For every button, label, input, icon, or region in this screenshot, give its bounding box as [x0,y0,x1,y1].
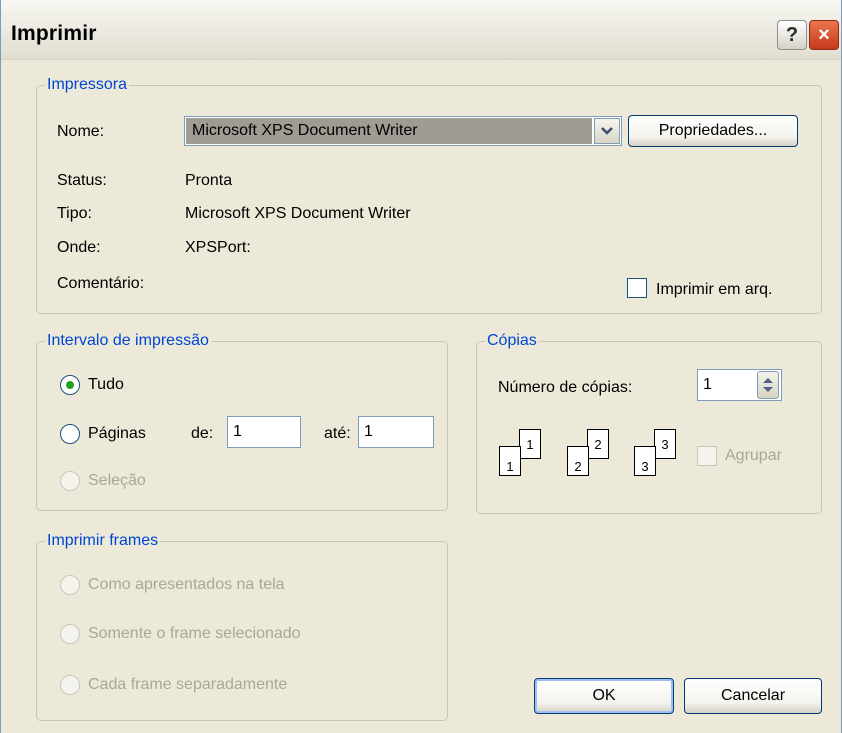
printer-select-value: Microsoft XPS Document Writer [186,118,592,144]
copies-group: Cópias [476,331,822,514]
print-dialog: Imprimir ? × Impressora Nome: Microsoft … [0,0,842,733]
all-label[interactable]: Tudo [88,375,124,395]
properties-button-label: Propriedades... [658,122,768,139]
chevron-down-icon [601,127,613,135]
spin-down-icon[interactable] [763,387,773,392]
to-page-input[interactable]: 1 [358,416,434,448]
frames-as-shown-label[interactable]: Como apresentados na tela [88,575,285,595]
all-radio[interactable] [60,375,80,395]
type-value: Microsoft XPS Document Writer [185,205,411,222]
copies-count-label: Número de cópias: [498,379,633,396]
properties-button[interactable]: Propriedades... [628,115,798,147]
page-icon: 2 [587,429,609,459]
frames-as-shown-radio[interactable] [60,575,80,595]
page-icon: 3 [654,429,676,459]
page-icon: 1 [519,429,541,459]
print-to-file-checkbox[interactable] [627,278,647,298]
help-button[interactable]: ? [777,20,807,50]
cancel-button[interactable]: Cancelar [684,678,822,714]
selection-radio[interactable] [60,471,80,491]
page-icon: 1 [499,446,521,476]
frames-selected-label[interactable]: Somente o frame selecionado [88,624,301,644]
selection-label[interactable]: Seleção [88,471,146,491]
frames-separately-label[interactable]: Cada frame separadamente [88,675,287,695]
title-bar[interactable]: Imprimir ? × [1,0,841,60]
where-label: Onde: [57,239,101,256]
status-value: Pronta [185,172,233,189]
to-label: até: [324,425,351,442]
cancel-button-label: Cancelar [720,687,786,704]
type-label: Tipo: [57,205,92,222]
page-icon: 2 [567,446,589,476]
frames-separately-radio[interactable] [60,675,80,695]
from-label: de: [191,425,214,442]
frames-selected-radio[interactable] [60,624,80,644]
copies-spinner[interactable] [757,371,779,399]
collate-checkbox[interactable] [697,446,717,466]
dialog-title: Imprimir [11,22,97,45]
ok-button-label: OK [592,687,616,704]
spin-up-icon[interactable] [763,378,773,383]
page-icon: 3 [634,446,656,476]
print-frames-legend: Imprimir frames [45,531,161,551]
help-icon: ? [785,23,799,46]
ok-button[interactable]: OK [534,678,674,714]
pages-label[interactable]: Páginas [88,424,146,444]
printer-name-label: Nome: [57,123,105,140]
printer-select[interactable]: Microsoft XPS Document Writer [184,116,622,146]
status-label: Status: [57,172,107,189]
print-range-legend: Intervalo de impressão [45,331,211,351]
copies-legend: Cópias [485,331,539,351]
dropdown-arrow[interactable] [594,118,620,144]
pages-radio[interactable] [60,424,80,444]
close-button[interactable]: × [809,20,839,50]
printer-legend: Impressora [45,75,130,95]
collate-label[interactable]: Agrupar [725,446,782,466]
where-value: XPSPort: [185,239,251,256]
print-to-file-label[interactable]: Imprimir em arq. [656,280,772,300]
comment-label: Comentário: [57,275,145,292]
from-page-input[interactable]: 1 [227,416,301,448]
close-icon: × [818,23,830,46]
